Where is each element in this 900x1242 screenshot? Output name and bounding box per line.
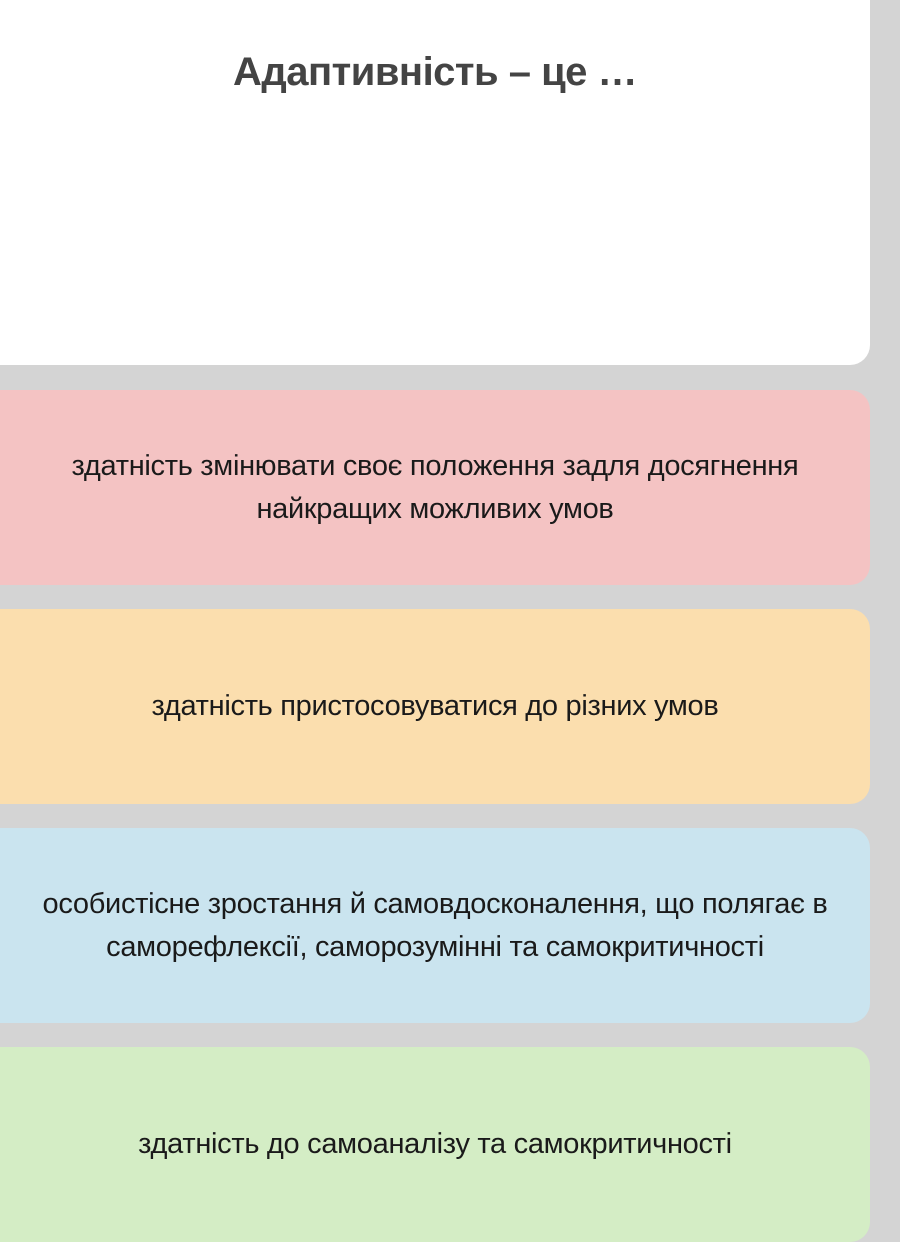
question-title: Адаптивність – це … — [40, 50, 830, 95]
answer-option-1[interactable]: здатність змінювати своє положення задля… — [0, 390, 870, 585]
options-container: здатність змінювати своє положення задля… — [0, 390, 870, 1242]
answer-option-text: особистісне зростання й самовдосконаленн… — [30, 883, 840, 967]
answer-option-3[interactable]: особистісне зростання й самовдосконаленн… — [0, 828, 870, 1023]
quiz-container: Адаптивність – це … здатність змінювати … — [0, 0, 900, 1229]
answer-option-2[interactable]: здатність пристосовуватися до різних умо… — [0, 609, 870, 804]
question-card: Адаптивність – це … — [0, 0, 870, 365]
answer-option-4[interactable]: здатність до самоаналізу та самокритично… — [0, 1047, 870, 1242]
answer-option-text: здатність змінювати своє положення задля… — [30, 445, 840, 529]
answer-option-text: здатність до самоаналізу та самокритично… — [138, 1123, 732, 1165]
answer-option-text: здатність пристосовуватися до різних умо… — [151, 685, 718, 727]
